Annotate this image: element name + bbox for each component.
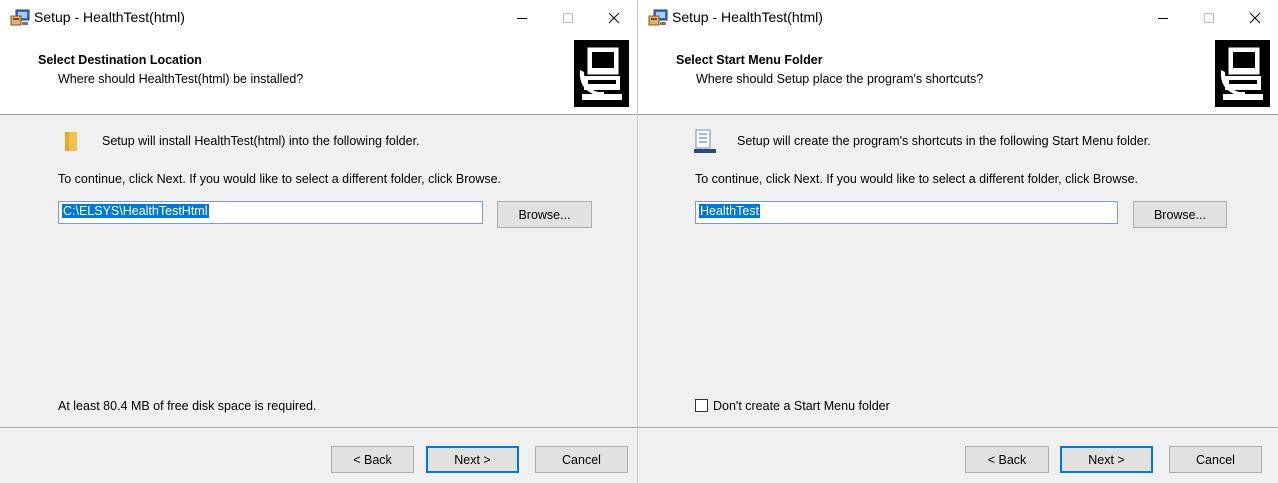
next-button[interactable]: Next >	[426, 446, 519, 473]
path-value: C:\ELSYS\HealthTestHtml	[62, 204, 209, 218]
title-bar[interactable]: Setup - HealthTest(html)	[638, 0, 1278, 36]
page-subtitle: Where should HealthTest(html) be install…	[58, 72, 304, 86]
page-title: Select Start Menu Folder	[676, 53, 823, 67]
no-start-menu-label[interactable]: Don't create a Start Menu folder	[713, 399, 890, 413]
setup-window-destination: Setup - HealthTest(html) Select Destinat…	[0, 0, 638, 483]
back-label: < Back	[353, 452, 392, 467]
disk-space-text: At least 80.4 MB of free disk space is r…	[58, 399, 317, 413]
page-title: Select Destination Location	[38, 53, 202, 67]
next-label: Next >	[454, 452, 491, 467]
minimize-button[interactable]	[1140, 0, 1186, 36]
next-label: Next >	[1088, 452, 1125, 467]
setup-app-icon	[10, 9, 30, 26]
back-button[interactable]: < Back	[965, 446, 1049, 473]
minimize-button[interactable]	[499, 0, 545, 36]
back-label: < Back	[987, 452, 1027, 467]
minimize-icon	[1158, 18, 1168, 19]
browse-button[interactable]: Browse...	[1133, 201, 1227, 228]
minimize-icon	[517, 18, 527, 19]
intro-text: Setup will create the program's shortcut…	[737, 134, 1151, 148]
close-button[interactable]	[591, 0, 637, 36]
instruction-text: To continue, click Next. If you would li…	[58, 172, 502, 186]
start-menu-shortcuts-icon	[694, 129, 716, 153]
footer-divider-highlight	[0, 428, 637, 429]
no-start-menu-checkbox[interactable]	[695, 399, 708, 412]
close-icon	[1249, 12, 1261, 24]
cancel-label: Cancel	[562, 452, 601, 467]
maximize-icon	[563, 13, 573, 23]
maximize-button[interactable]	[545, 0, 591, 36]
folder-icon	[65, 132, 77, 151]
cancel-button[interactable]: Cancel	[535, 446, 628, 473]
browse-button[interactable]: Browse...	[497, 201, 592, 228]
setup-app-icon	[648, 9, 668, 26]
cancel-button[interactable]: Cancel	[1169, 446, 1262, 473]
close-icon	[608, 12, 620, 24]
folder-value: HealthTest	[699, 204, 761, 218]
back-button[interactable]: < Back	[331, 446, 414, 473]
cancel-label: Cancel	[1196, 452, 1235, 467]
instruction-text: To continue, click Next. If you would li…	[695, 172, 1139, 186]
browse-label: Browse...	[1153, 207, 1207, 222]
wizard-computer-icon	[574, 40, 629, 107]
browse-label: Browse...	[518, 207, 571, 222]
intro-text: Setup will install HealthTest(html) into…	[102, 134, 420, 148]
footer-divider-highlight	[638, 428, 1278, 429]
destination-path-input[interactable]: C:\ELSYS\HealthTestHtml	[58, 201, 483, 224]
setup-window-start-menu: Setup - HealthTest(html) Select Start Me…	[638, 0, 1278, 483]
wizard-computer-icon	[1215, 40, 1270, 107]
next-button[interactable]: Next >	[1060, 446, 1153, 473]
window-title: Setup - HealthTest(html)	[672, 9, 823, 25]
wizard-header: Select Start Menu Folder Where should Se…	[638, 36, 1278, 115]
wizard-header: Select Destination Location Where should…	[0, 36, 637, 115]
maximize-icon	[1204, 13, 1214, 23]
page-subtitle: Where should Setup place the program's s…	[696, 72, 984, 86]
start-menu-folder-input[interactable]: HealthTest	[695, 201, 1118, 224]
maximize-button[interactable]	[1186, 0, 1232, 36]
title-bar[interactable]: Setup - HealthTest(html)	[0, 0, 637, 36]
window-title: Setup - HealthTest(html)	[34, 9, 185, 25]
close-button[interactable]	[1232, 0, 1278, 36]
